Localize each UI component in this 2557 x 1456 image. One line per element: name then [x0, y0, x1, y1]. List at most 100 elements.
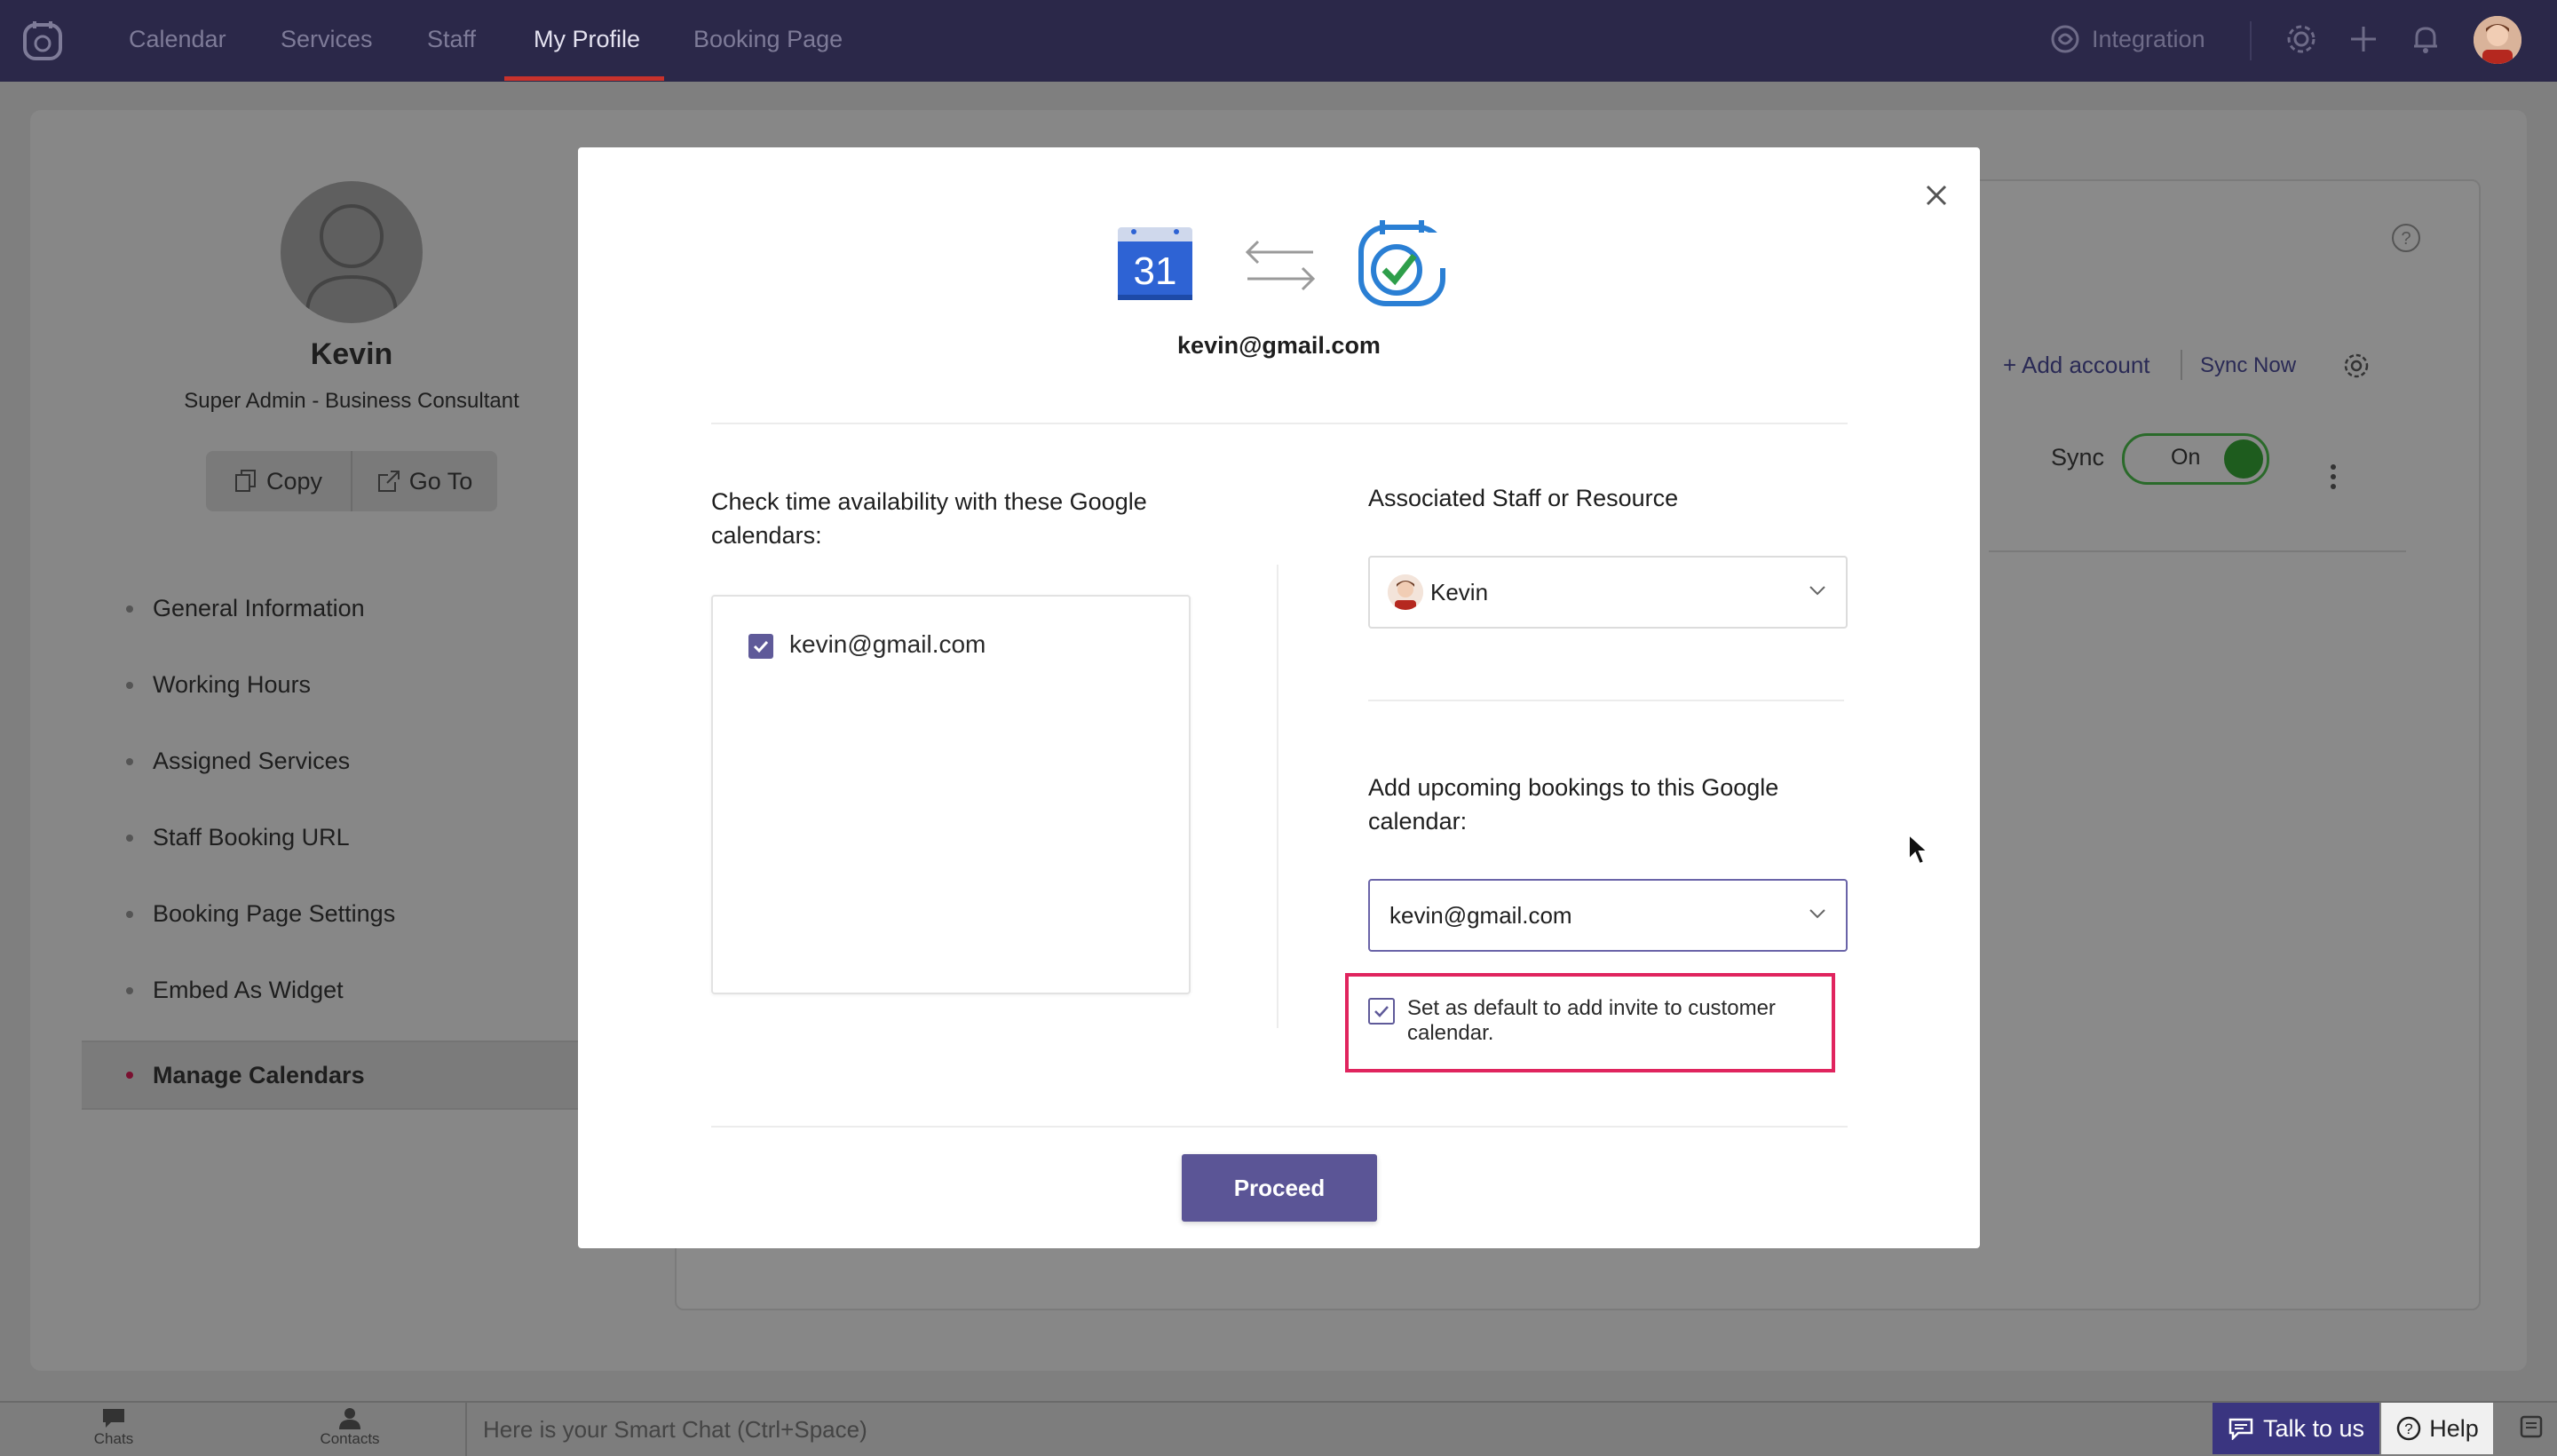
- nav-calendar[interactable]: Calendar: [129, 0, 226, 82]
- proceed-button[interactable]: Proceed: [1182, 1154, 1377, 1222]
- google-calendar-icon: 31: [1118, 227, 1192, 300]
- divider: [1989, 550, 2406, 552]
- more-options-icon[interactable]: [2326, 462, 2340, 494]
- sidebar-item-label: Embed As Widget: [153, 977, 344, 1003]
- external-link-icon: [377, 471, 400, 492]
- user-avatar-icon: [2474, 16, 2521, 64]
- profile-avatar: [281, 181, 423, 323]
- nav-services[interactable]: Services: [281, 0, 373, 82]
- bullet: [126, 758, 133, 765]
- staff-avatar: [1388, 574, 1423, 610]
- chat-icon: [103, 1409, 124, 1428]
- go-to-button[interactable]: Go To: [352, 451, 497, 511]
- calendar-item-label: kevin@gmail.com: [789, 630, 986, 658]
- associated-staff-label: Associated Staff or Resource: [1368, 485, 1679, 511]
- sidebar-item-label: Working Hours: [153, 671, 312, 698]
- divider: [1368, 700, 1844, 701]
- column-divider: [1277, 565, 1278, 1028]
- profile-actions: Copy Go To: [206, 451, 497, 511]
- sync-arrows-icon: [1245, 240, 1316, 291]
- chat-bubble-icon: [2228, 1418, 2253, 1440]
- chats-label: Chats: [93, 1430, 134, 1447]
- sync-toggle[interactable]: On: [2122, 433, 2269, 485]
- sidebar-item-label: Staff Booking URL: [153, 824, 350, 851]
- help-circle-icon[interactable]: ?: [2390, 222, 2422, 254]
- bottom-bar: Chats Contacts Here is your Smart Chat (…: [0, 1401, 2557, 1456]
- profile-name: Kevin: [310, 337, 393, 371]
- add-bookings-label: Add upcoming bookings to this Google cal…: [1368, 774, 1779, 835]
- divider: [711, 423, 1848, 424]
- go-to-label: Go To: [408, 467, 473, 495]
- google-calendar-sync-modal: 31 kevin@gmail.com Check time availabili…: [578, 147, 1980, 1248]
- sidebar-item-general-information[interactable]: General Information: [82, 582, 579, 659]
- sync-label: Sync: [2051, 444, 2105, 471]
- copy-label: Copy: [265, 467, 323, 495]
- bell-icon[interactable]: [2408, 21, 2443, 57]
- availability-calendar-list: kevin@gmail.com: [711, 595, 1191, 994]
- talk-to-us-label: Talk to us: [2262, 1414, 2365, 1442]
- help-icon: ?: [2396, 1416, 2421, 1441]
- copy-button[interactable]: Copy: [206, 451, 351, 511]
- check-icon: [1374, 1006, 1389, 1017]
- help-button[interactable]: ? Help: [2381, 1403, 2493, 1454]
- sync-now-link[interactable]: Sync Now: [2200, 353, 2296, 378]
- nav-booking-page[interactable]: Booking Page: [693, 0, 843, 82]
- help-label: Help: [2429, 1414, 2479, 1442]
- sidebar-item-assigned-services[interactable]: Assigned Services: [82, 735, 579, 811]
- active-tab-indicator: [504, 76, 664, 81]
- check-icon: [753, 640, 769, 653]
- check-availability-label: Check time availability with these Googl…: [711, 488, 1147, 549]
- bullet: [126, 911, 133, 918]
- associated-staff-value: Kevin: [1430, 579, 1489, 605]
- bullet: [126, 682, 133, 689]
- toggle-label: On: [2171, 445, 2201, 470]
- sidebar-item-staff-booking-url[interactable]: Staff Booking URL: [82, 811, 579, 888]
- nav-staff[interactable]: Staff: [427, 0, 476, 82]
- profile-role: Super Admin - Business Consultant: [184, 389, 519, 413]
- profile-sidebar: General Information Working Hours Assign…: [82, 582, 579, 1110]
- bullet: [126, 987, 133, 994]
- add-icon[interactable]: [2346, 21, 2381, 57]
- integration-icon: [2051, 25, 2079, 53]
- divider: [711, 1126, 1848, 1128]
- contact-icon: [339, 1408, 360, 1429]
- copy-icon: [234, 470, 256, 492]
- contacts-label: Contacts: [320, 1430, 380, 1447]
- gcal-day: 31: [1134, 249, 1177, 293]
- sidebar-item-manage-calendars[interactable]: Manage Calendars: [82, 1041, 579, 1110]
- bullet: [126, 1072, 133, 1079]
- gear-icon[interactable]: [2284, 21, 2319, 57]
- bookings-calendar-select[interactable]: kevin@gmail.com: [1368, 879, 1848, 952]
- chevron-down-icon: [1809, 909, 1825, 919]
- sidebar-item-booking-page-settings[interactable]: Booking Page Settings: [82, 888, 579, 964]
- notes-icon[interactable]: [2518, 1413, 2545, 1440]
- svg-text:?: ?: [2405, 1420, 2413, 1437]
- divider: [2181, 350, 2182, 380]
- contacts-button[interactable]: Contacts: [314, 1406, 385, 1448]
- bullet: [126, 605, 133, 613]
- sidebar-item-label: General Information: [153, 595, 365, 621]
- sidebar-item-working-hours[interactable]: Working Hours: [82, 659, 579, 735]
- svg-text:?: ?: [2401, 229, 2411, 249]
- bookings-calendar-value: kevin@gmail.com: [1389, 902, 1572, 929]
- app-logo-icon[interactable]: [20, 18, 66, 64]
- associated-staff-select[interactable]: Kevin: [1368, 556, 1848, 629]
- sidebar-item-embed-as-widget[interactable]: Embed As Widget: [82, 964, 579, 1041]
- nav-my-profile[interactable]: My Profile: [534, 0, 640, 82]
- sidebar-item-label: Manage Calendars: [153, 1062, 365, 1088]
- chats-button[interactable]: Chats: [89, 1406, 139, 1448]
- gear-icon[interactable]: [2342, 352, 2371, 380]
- talk-to-us-button[interactable]: Talk to us: [2213, 1403, 2379, 1454]
- default-invite-checkbox[interactable]: [1368, 998, 1395, 1025]
- sidebar-item-label: Assigned Services: [153, 748, 351, 774]
- add-account-link[interactable]: + Add account: [2003, 352, 2150, 379]
- top-navigation-bar: Calendar Services Staff My Profile Booki…: [0, 0, 2557, 82]
- smart-chat-input[interactable]: Here is your Smart Chat (Ctrl+Space): [465, 1403, 2170, 1456]
- default-invite-label: Set as default to add invite to customer…: [1407, 996, 1776, 1045]
- close-icon[interactable]: [1920, 179, 1952, 211]
- calendar-checkbox[interactable]: [748, 634, 773, 659]
- mouse-cursor-icon: [1908, 833, 1930, 866]
- account-email: kevin@gmail.com: [1177, 332, 1381, 359]
- user-avatar[interactable]: [2474, 16, 2521, 64]
- integration-link[interactable]: Integration: [2092, 0, 2205, 82]
